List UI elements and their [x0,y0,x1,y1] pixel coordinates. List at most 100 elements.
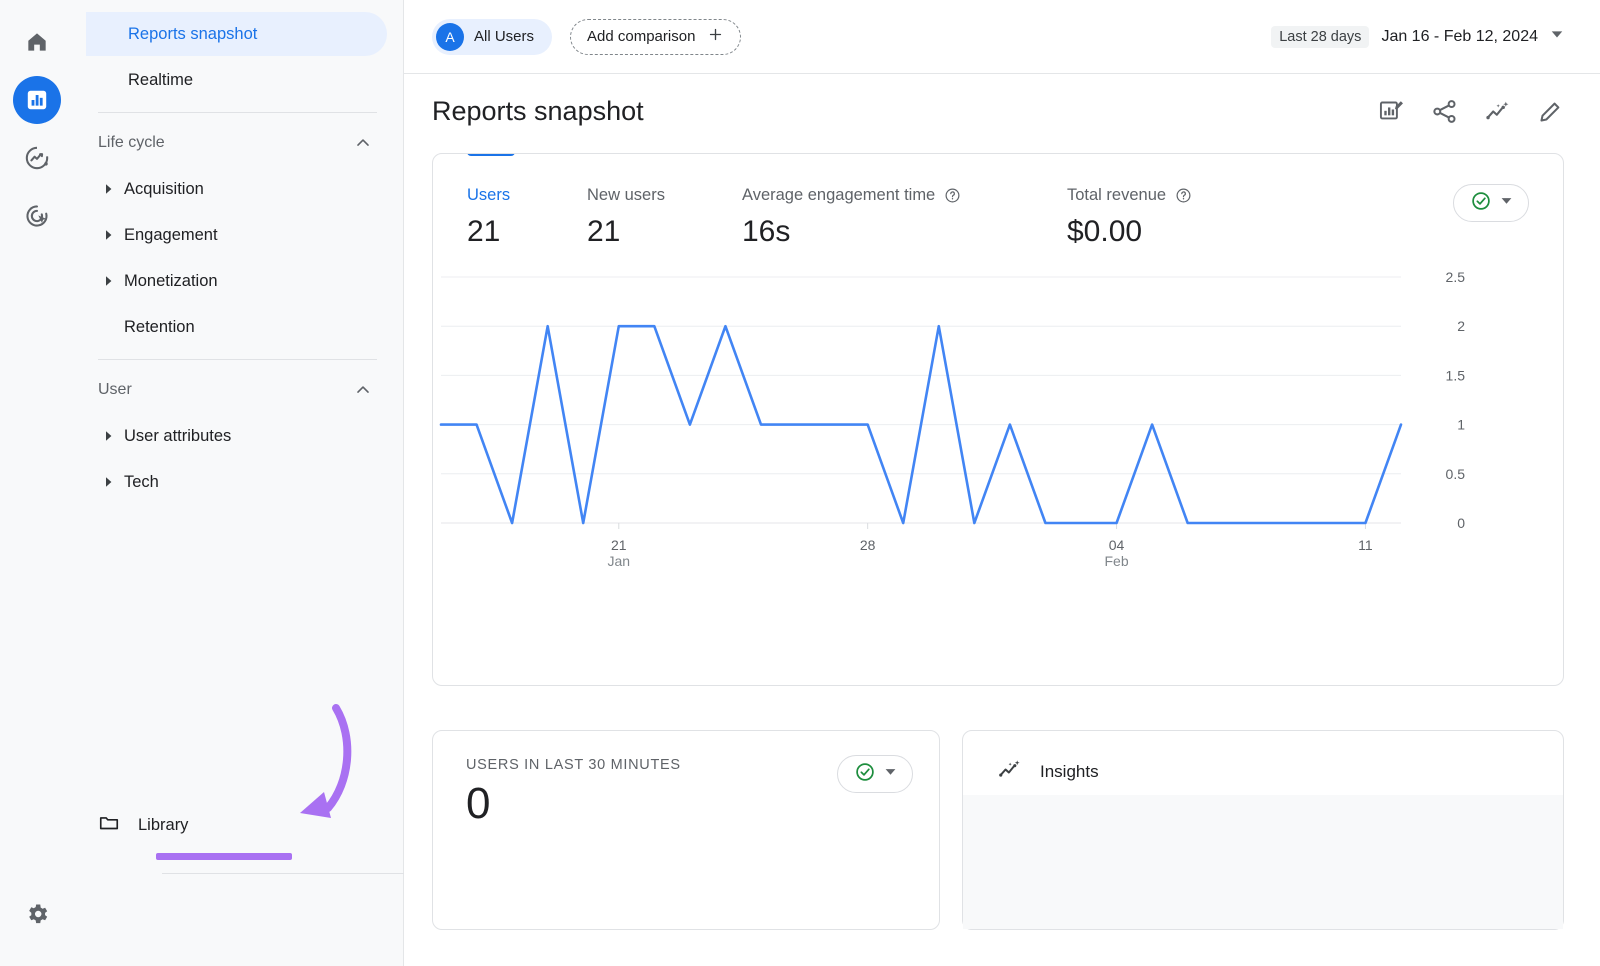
rail-item-admin[interactable] [13,890,61,938]
audience-chip-all-users[interactable]: A All Users [432,19,552,55]
sidebar-item-monetization[interactable]: Monetization [86,259,387,303]
page-title: Reports snapshot [432,96,644,127]
sidebar-item-label: Tech [120,473,159,492]
sidebar-section-user[interactable]: User [98,370,373,410]
svg-text:21: 21 [611,537,627,553]
sidebar-item-engagement[interactable]: Engagement [86,213,387,257]
metric-label: New users [587,186,742,205]
sidebar-item-retention[interactable]: Retention [86,305,387,349]
sidebar-section-title: Life cycle [98,134,165,152]
sidebar-section-title: User [98,381,132,399]
bottom-card-row: USERS IN LAST 30 MINUTES 0 [432,730,1564,930]
metric-tab-new-users[interactable]: New users 21 [587,186,742,249]
metric-tabs: Users 21 New users 21 Average engagement… [433,154,1563,249]
audience-chip-label: All Users [474,28,534,45]
chart-svg: 0 0.5 1 1.5 2 2.5 21Jan 28 04Feb 11 [433,263,1473,593]
realtime-users-card: USERS IN LAST 30 MINUTES 0 [432,730,940,930]
metric-value: 16s [742,215,1067,249]
sidebar-item-library[interactable]: Library [98,812,188,839]
folder-icon [98,812,120,839]
sidebar-item-label: Engagement [120,226,218,245]
insights-card: Insights [962,730,1564,930]
help-circle-icon[interactable] [1175,187,1192,204]
metric-tab-users[interactable]: Users 21 [467,186,587,249]
metric-value: $0.00 [1067,215,1192,249]
svg-text:2: 2 [1457,318,1465,334]
chevron-right-icon [98,430,120,442]
explore-bubble-chart-icon [24,145,50,171]
sidebar-item-label: Retention [120,318,195,337]
users-line-chart[interactable]: 0 0.5 1 1.5 2 2.5 21Jan 28 04Feb 11 [433,263,1563,603]
svg-text:Feb: Feb [1104,553,1128,569]
advertising-target-cursor-icon [24,203,50,229]
chevron-right-icon [98,183,120,195]
help-circle-icon[interactable] [944,187,961,204]
check-circle-icon [1470,190,1492,217]
insights-card-body [963,795,1563,929]
insights-card-header: Insights [997,757,1563,787]
reports-bar-chart-icon [24,87,50,113]
metric-tab-total-revenue[interactable]: Total revenue $0.00 [1067,186,1192,249]
customize-report-icon[interactable] [1378,98,1405,125]
insights-icon[interactable] [1484,98,1511,125]
rail-item-home[interactable] [13,18,61,66]
sidebar-item-user-attributes[interactable]: User attributes [86,414,387,458]
edit-icon[interactable] [1537,98,1564,125]
metric-tab-average-engagement-time[interactable]: Average engagement time 16s [742,186,1067,249]
insights-icon [997,757,1022,787]
avatar: A [436,23,464,51]
svg-text:1.5: 1.5 [1446,367,1466,383]
sidebar-item-tech[interactable]: Tech [86,460,387,504]
sidebar-item-label: Monetization [120,272,218,291]
chevron-up-icon [353,380,373,400]
svg-text:04: 04 [1109,537,1125,553]
chevron-up-icon [353,133,373,153]
rail-item-reports[interactable] [13,76,61,124]
annotation-arrow-icon [284,700,374,850]
add-comparison-button[interactable]: Add comparison [570,19,741,55]
sidebar-item-label: User attributes [120,427,231,446]
rail-item-explore[interactable] [13,134,61,182]
svg-text:1: 1 [1457,417,1465,433]
page-action-buttons [1378,98,1564,125]
sidebar-item-realtime[interactable]: Realtime [86,58,387,102]
left-icon-rail [0,0,74,966]
metric-value: 21 [587,215,742,249]
users-overview-card: Users 21 New users 21 Average engagement… [432,153,1564,686]
chevron-right-icon [98,476,120,488]
active-metric-indicator [467,153,515,156]
ga4-reports-snapshot-page: Reports snapshot Realtime Life cycle Acq… [0,0,1600,966]
metric-label: Total revenue [1067,186,1166,205]
chevron-down-icon [1550,27,1564,46]
sidebar-item-label: Reports snapshot [114,25,257,44]
sidebar-item-acquisition[interactable]: Acquisition [86,167,387,211]
home-icon [24,29,50,55]
svg-text:0.5: 0.5 [1446,466,1466,482]
share-icon[interactable] [1431,98,1458,125]
sidebar-section-life-cycle[interactable]: Life cycle [98,123,373,163]
metric-label: Average engagement time [742,186,935,205]
date-range-badge: Last 28 days [1271,26,1369,48]
sidebar-divider-1 [98,112,377,113]
chevron-right-icon [98,229,120,241]
svg-text:0: 0 [1457,515,1465,531]
navigation-sidebar: Reports snapshot Realtime Life cycle Acq… [74,0,404,966]
sidebar-divider-2 [98,359,377,360]
date-range-selector[interactable]: Last 28 days Jan 16 - Feb 12, 2024 [1271,26,1564,48]
caret-down-icon [1500,194,1513,212]
main-content: A All Users Add comparison Last 28 days … [404,0,1600,966]
sidebar-item-reports-snapshot[interactable]: Reports snapshot [86,12,387,56]
svg-text:11: 11 [1358,537,1373,553]
rail-item-advertising[interactable] [13,192,61,240]
check-circle-icon [854,761,876,788]
caret-down-icon [884,765,897,783]
date-range-value: Jan 16 - Feb 12, 2024 [1381,28,1538,46]
data-quality-status-badge[interactable] [1453,184,1529,222]
sidebar-item-label: Realtime [114,71,193,90]
svg-text:2.5: 2.5 [1446,269,1466,285]
svg-text:Jan: Jan [607,553,630,569]
realtime-status-badge[interactable] [837,755,913,793]
metric-value: 21 [467,215,587,249]
svg-text:28: 28 [860,537,876,553]
sidebar-item-label: Acquisition [120,180,204,199]
